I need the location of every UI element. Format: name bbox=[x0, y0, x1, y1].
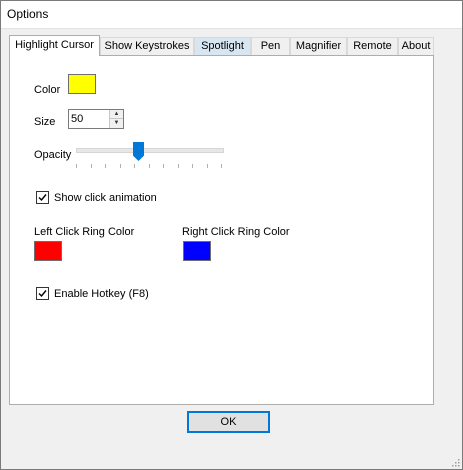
window-title: Options bbox=[7, 7, 49, 21]
highlight-cursor-panel: Color Size ▲ ▼ Opacity Show click animat… bbox=[9, 55, 434, 405]
opacity-label: Opacity bbox=[34, 149, 72, 161]
color-label: Color bbox=[34, 84, 61, 96]
color-swatch[interactable] bbox=[68, 74, 96, 94]
left-click-ring-swatch[interactable] bbox=[34, 241, 62, 261]
checkmark-icon bbox=[38, 290, 47, 298]
slider-tick bbox=[163, 164, 164, 168]
options-dialog: Options Highlight Cursor Show Keystrokes… bbox=[0, 0, 463, 470]
checkbox-box[interactable] bbox=[36, 191, 49, 204]
slider-tick bbox=[120, 164, 121, 168]
slider-tick bbox=[76, 164, 77, 168]
slider-tick bbox=[149, 164, 150, 168]
tab-about[interactable]: About bbox=[398, 37, 434, 55]
right-click-ring-label: Right Click Ring Color bbox=[182, 226, 290, 238]
slider-thumb[interactable] bbox=[133, 142, 144, 161]
slider-track bbox=[76, 148, 224, 153]
opacity-slider[interactable] bbox=[76, 142, 224, 170]
size-input[interactable] bbox=[71, 111, 107, 127]
left-click-ring-label: Left Click Ring Color bbox=[34, 226, 135, 238]
slider-tick bbox=[221, 164, 222, 168]
tab-pen[interactable]: Pen bbox=[251, 37, 290, 55]
slider-tick bbox=[207, 164, 208, 168]
right-click-ring-swatch[interactable] bbox=[183, 241, 211, 261]
spin-up-icon[interactable]: ▲ bbox=[109, 110, 123, 119]
enable-hotkey-label: Enable Hotkey (F8) bbox=[54, 287, 149, 300]
spin-down-icon[interactable]: ▼ bbox=[109, 119, 123, 128]
enable-hotkey-checkbox[interactable]: Enable Hotkey (F8) bbox=[36, 287, 149, 300]
slider-tick bbox=[192, 164, 193, 168]
show-click-animation-checkbox[interactable]: Show click animation bbox=[36, 191, 157, 204]
tab-magnifier[interactable]: Magnifier bbox=[290, 37, 347, 55]
resize-grip-icon[interactable] bbox=[450, 457, 460, 467]
slider-tick bbox=[105, 164, 106, 168]
size-label: Size bbox=[34, 116, 56, 128]
tab-spotlight[interactable]: Spotlight bbox=[194, 37, 251, 55]
tab-highlight-cursor[interactable]: Highlight Cursor bbox=[9, 35, 100, 56]
checkmark-icon bbox=[38, 194, 47, 202]
size-spinner: ▲ ▼ bbox=[68, 109, 124, 129]
tab-show-keystrokes[interactable]: Show Keystrokes bbox=[100, 37, 194, 55]
slider-tick bbox=[178, 164, 179, 168]
checkbox-box[interactable] bbox=[36, 287, 49, 300]
tab-remote[interactable]: Remote bbox=[347, 37, 398, 55]
slider-tick bbox=[134, 164, 135, 168]
title-bar[interactable]: Options bbox=[1, 1, 462, 29]
show-click-animation-label: Show click animation bbox=[54, 191, 157, 204]
ok-button[interactable]: OK bbox=[187, 411, 270, 433]
slider-tick bbox=[91, 164, 92, 168]
